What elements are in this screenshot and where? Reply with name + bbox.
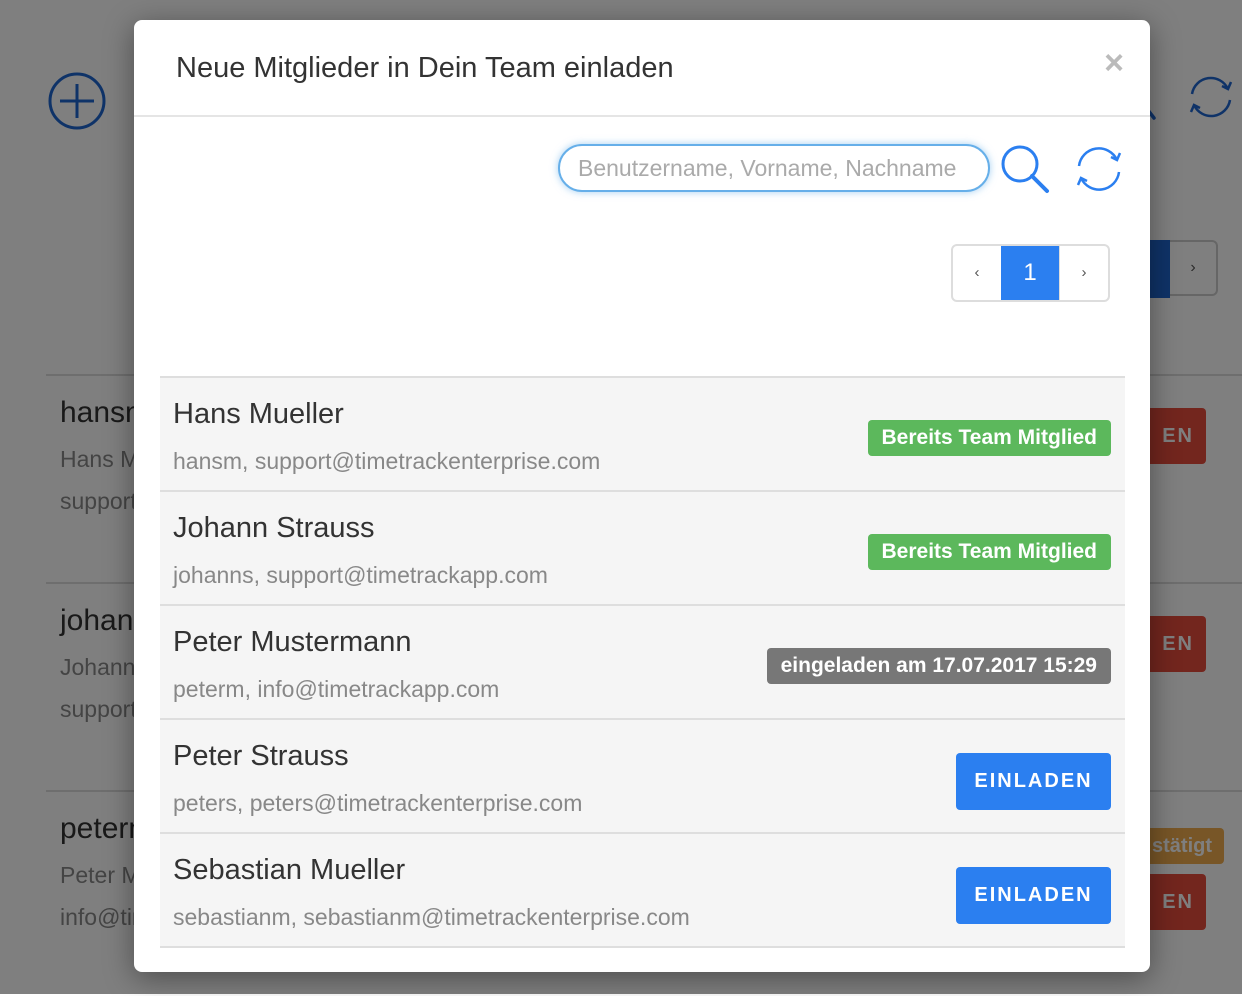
- modal-title: Neue Mitglieder in Dein Team einladen: [176, 52, 674, 84]
- user-row: Hans Mueller hansm, support@timetrackent…: [160, 376, 1125, 490]
- user-row: Johann Strauss johanns, support@timetrac…: [160, 490, 1125, 604]
- user-details: johanns, support@timetrackapp.com: [173, 562, 548, 588]
- user-row: Peter Strauss peters, peters@timetracken…: [160, 718, 1125, 832]
- user-list: Hans Mueller hansm, support@timetrackent…: [160, 376, 1125, 948]
- user-name: Sebastian Mueller: [173, 854, 406, 886]
- pagination-prev[interactable]: ‹: [953, 246, 1001, 300]
- user-details: peterm, info@timetrackapp.com: [173, 676, 500, 702]
- user-row: Peter Mustermann peterm, info@timetracka…: [160, 604, 1125, 718]
- invite-button[interactable]: EINLADEN: [956, 753, 1111, 810]
- user-details: hansm, support@timetrackenterprise.com: [173, 448, 601, 474]
- pagination-page-current[interactable]: 1: [1001, 246, 1059, 300]
- user-name: Peter Strauss: [173, 740, 349, 772]
- user-name: Peter Mustermann: [173, 626, 412, 658]
- user-details: sebastianm, sebastianm@timetrackenterpri…: [173, 904, 690, 930]
- user-details: peters, peters@timetrackenterprise.com: [173, 790, 583, 816]
- close-button[interactable]: ×: [1104, 46, 1124, 80]
- invite-members-modal: Neue Mitglieder in Dein Team einladen × …: [134, 20, 1150, 972]
- invite-button[interactable]: EINLADEN: [956, 867, 1111, 924]
- user-name: Johann Strauss: [173, 512, 375, 544]
- pagination: ‹ 1 ›: [951, 244, 1110, 302]
- user-name: Hans Mueller: [173, 398, 344, 430]
- search-icon[interactable]: [998, 142, 1052, 196]
- refresh-icon[interactable]: [1072, 144, 1126, 194]
- modal-header: Neue Mitglieder in Dein Team einladen ×: [134, 20, 1150, 117]
- member-status-badge: Bereits Team Mitglied: [867, 420, 1111, 456]
- search-input[interactable]: [558, 144, 990, 192]
- member-status-badge: Bereits Team Mitglied: [867, 534, 1111, 570]
- user-row: Sebastian Mueller sebastianm, sebastianm…: [160, 832, 1125, 948]
- invited-status-badge: eingeladen am 17.07.2017 15:29: [766, 648, 1111, 684]
- pagination-next[interactable]: ›: [1059, 246, 1108, 300]
